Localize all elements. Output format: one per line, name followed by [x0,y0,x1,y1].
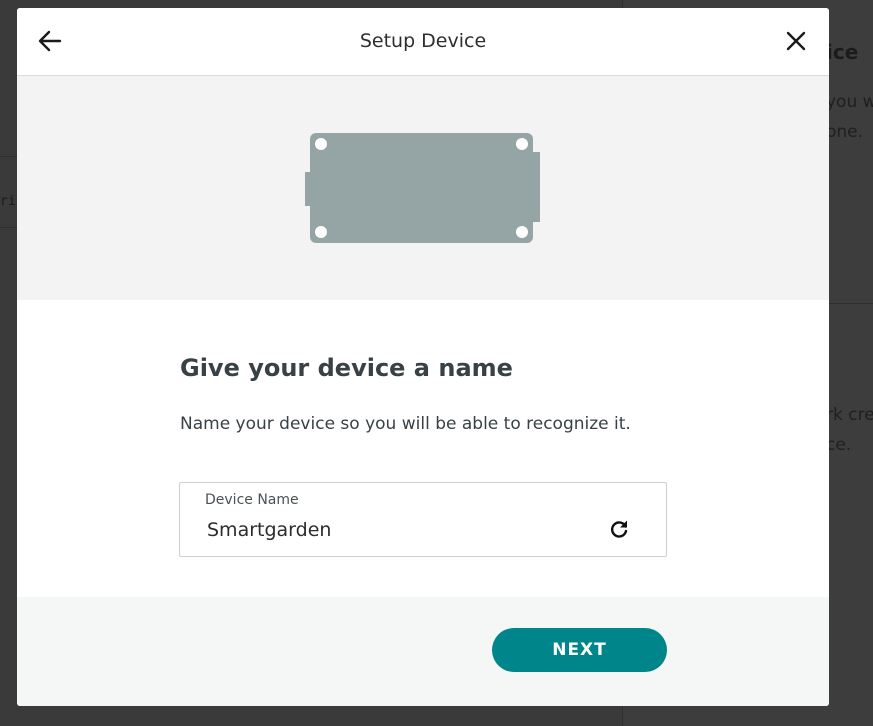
refresh-icon [611,520,628,538]
background-heading: ice [826,40,859,64]
setup-device-modal: Setup Device Give your device a name Nam… [17,8,829,706]
modal-footer: NEXT [17,597,829,706]
next-button[interactable]: NEXT [492,628,667,672]
background-text-line: you w [826,92,873,112]
device-board-icon [305,133,540,243]
background-text-line: ce. [826,435,852,455]
naming-section: Give your device a name Name your device… [17,300,829,597]
device-illustration-area [17,76,829,300]
section-heading: Give your device a name [180,354,513,382]
device-name-field: Device Name [179,482,667,557]
background-text-line: one. [826,122,864,142]
device-name-label: Device Name [205,492,299,508]
close-button[interactable] [779,24,813,58]
device-name-input[interactable] [205,517,589,543]
modal-header: Setup Device [17,8,829,76]
modal-title: Setup Device [359,30,487,52]
background-code-text: ri [0,194,16,209]
section-description: Name your device so you will be able to … [180,414,631,434]
background-text-line: rk cre [826,405,873,425]
regenerate-name-button[interactable] [608,518,630,540]
close-icon [786,31,806,51]
